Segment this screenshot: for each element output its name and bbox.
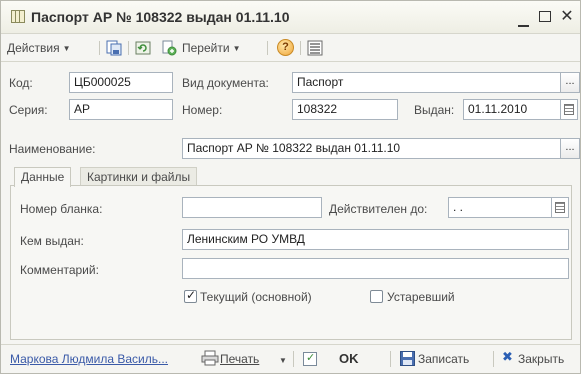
issued-date-label: Выдан: <box>414 103 455 117</box>
name-select-button[interactable]: ... <box>561 138 580 159</box>
table-icon <box>11 10 25 23</box>
responsible-user-link[interactable]: Маркова Людмила Василь... <box>10 352 168 366</box>
doc-type-select-button[interactable]: ... <box>561 72 580 93</box>
bottom-separator <box>390 351 391 367</box>
print-button[interactable]: Печать <box>220 352 259 366</box>
number-label: Номер: <box>182 103 223 117</box>
name-label: Наименование: <box>9 142 96 156</box>
code-label: Код: <box>9 76 33 90</box>
save-button[interactable]: Записать <box>418 352 469 366</box>
refresh-icon[interactable] <box>135 40 151 56</box>
calendar-icon <box>555 202 565 213</box>
save-copy-icon[interactable] <box>106 40 122 56</box>
save-disk-icon <box>400 351 415 366</box>
document-window: Паспорт АР № 108322 выдан 01.11.10 ✕ Дей… <box>0 0 581 374</box>
tab-data[interactable]: Данные <box>14 167 72 187</box>
toolbar-separator <box>99 41 100 55</box>
toolbar: Действия ▼ Перейти ▼ ? <box>1 34 580 62</box>
maximize-button[interactable] <box>534 5 556 29</box>
current-checkbox-label: Текущий (основной) <box>200 290 312 304</box>
outdated-checkbox[interactable] <box>370 290 383 303</box>
code-field[interactable]: ЦБ000025 <box>69 72 173 93</box>
actions-menu-button[interactable]: Действия ▼ <box>7 38 71 58</box>
issued-by-label: Кем выдан: <box>20 234 84 248</box>
copy-document-icon[interactable] <box>161 40 177 56</box>
number-field[interactable]: 108322 <box>292 99 398 120</box>
tab-images-files[interactable]: Картинки и файлы <box>80 167 198 186</box>
series-field[interactable]: АР <box>69 99 173 120</box>
doc-type-label: Вид документа: <box>182 76 269 90</box>
minimize-icon <box>517 25 529 27</box>
blank-number-field[interactable] <box>182 197 322 218</box>
valid-until-calendar-button[interactable] <box>552 197 569 218</box>
dropdown-arrow-icon: ▼ <box>232 44 241 53</box>
actions-label: Действия <box>7 41 60 55</box>
window-title: Паспорт АР № 108322 выдан 01.11.10 <box>31 9 290 25</box>
ok-check-icon: ✓ <box>303 351 317 366</box>
issued-by-field[interactable]: Ленинским РО УМВД <box>182 229 569 250</box>
title-bar[interactable]: Паспорт АР № 108322 выдан 01.11.10 ✕ <box>1 1 580 34</box>
dropdown-arrow-icon: ▼ <box>62 44 71 53</box>
comment-field[interactable] <box>182 258 569 279</box>
toolbar-separator <box>300 41 301 55</box>
help-icon[interactable]: ? <box>277 39 294 56</box>
goto-label: Перейти <box>182 41 230 55</box>
bottom-separator <box>493 351 494 367</box>
issued-date-field[interactable]: 01.11.2010 <box>463 99 561 120</box>
structure-icon[interactable] <box>307 40 323 56</box>
toolbar-separator <box>267 41 268 55</box>
blank-number-label: Номер бланка: <box>20 202 103 216</box>
maximize-icon <box>539 11 551 22</box>
doc-type-field[interactable]: Паспорт <box>292 72 561 93</box>
print-dropdown-arrow-icon[interactable]: ▼ <box>279 356 287 365</box>
calendar-icon <box>564 104 574 115</box>
bottom-separator <box>293 351 294 367</box>
close-window-button[interactable]: ✕ <box>556 5 578 29</box>
name-field[interactable]: Паспорт АР № 108322 выдан 01.11.10 <box>182 138 561 159</box>
valid-until-field[interactable]: . . <box>448 197 552 218</box>
minimize-button[interactable] <box>512 5 534 29</box>
close-icon: ✖ <box>502 350 513 365</box>
issued-date-calendar-button[interactable] <box>561 99 578 120</box>
comment-label: Комментарий: <box>20 263 99 277</box>
close-button[interactable]: Закрыть <box>518 352 564 366</box>
toolbar-separator <box>128 41 129 55</box>
outdated-checkbox-label: Устаревший <box>387 290 455 304</box>
series-label: Серия: <box>9 103 48 117</box>
printer-icon <box>201 350 219 366</box>
goto-menu-button[interactable]: Перейти ▼ <box>182 38 240 58</box>
current-checkbox[interactable] <box>184 288 197 303</box>
valid-until-label: Действителен до: <box>329 202 428 216</box>
ok-button[interactable]: OK <box>339 351 359 366</box>
